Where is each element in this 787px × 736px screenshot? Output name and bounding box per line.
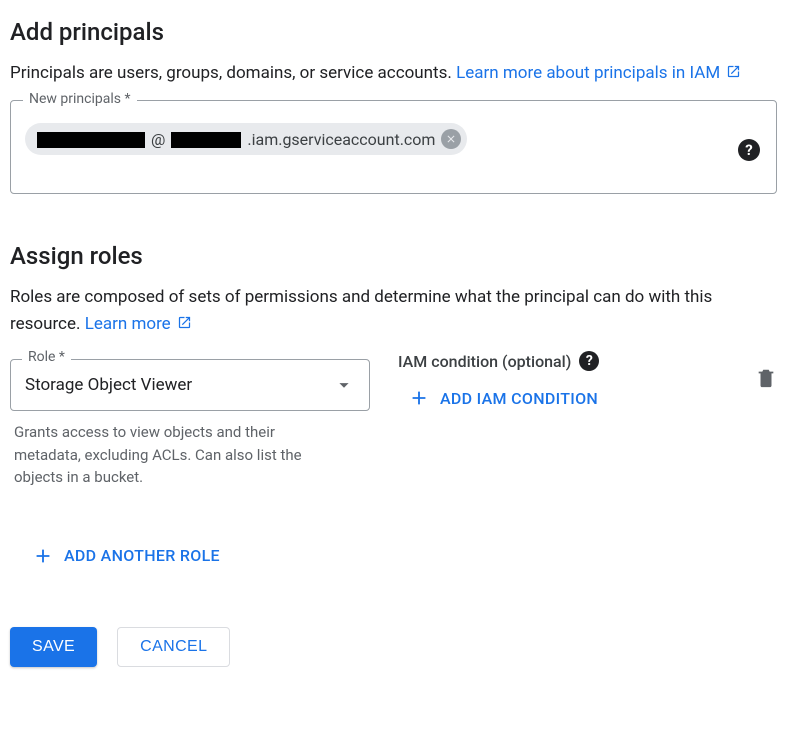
trash-icon — [755, 367, 777, 389]
add-iam-condition-button[interactable]: Add IAM condition — [406, 383, 600, 413]
redacted-text — [171, 132, 241, 148]
new-principals-field[interactable]: New principals * @ .iam.gserviceaccount.… — [10, 100, 777, 194]
role-selected-value: Storage Object Viewer — [25, 375, 192, 395]
learn-more-principals-text: Learn more about principals in IAM — [456, 63, 720, 83]
learn-more-roles-text: Learn more — [85, 314, 171, 334]
help-icon: ? — [745, 141, 752, 159]
role-select[interactable]: Storage Object Viewer — [10, 359, 370, 411]
learn-more-roles-link[interactable]: Learn more — [85, 314, 192, 334]
new-principals-label: New principals * — [23, 91, 137, 107]
role-helper-text: Grants access to view objects and their … — [14, 421, 334, 489]
principals-help-button[interactable]: ? — [738, 139, 760, 161]
dropdown-arrow-icon — [333, 374, 355, 396]
principals-description: Principals are users, groups, domains, o… — [10, 60, 777, 86]
learn-more-principals-link[interactable]: Learn more about principals in IAM — [456, 63, 741, 83]
cancel-button[interactable]: Cancel — [117, 627, 230, 667]
redacted-text — [37, 132, 145, 148]
external-link-icon — [726, 64, 741, 79]
assign-roles-heading: Assign roles — [10, 242, 777, 270]
remove-chip-button[interactable] — [441, 129, 461, 149]
principal-chip[interactable]: @ .iam.gserviceaccount.com — [25, 123, 467, 155]
plus-icon — [408, 387, 430, 409]
role-field-label: Role * — [22, 349, 71, 365]
add-condition-label: Add IAM condition — [440, 389, 598, 408]
roles-description: Roles are composed of sets of permission… — [10, 284, 777, 337]
iam-condition-label: IAM condition (optional) — [398, 352, 571, 371]
add-role-label: Add another role — [64, 546, 220, 565]
chip-domain: .iam.gserviceaccount.com — [247, 130, 435, 149]
help-icon: ? — [586, 353, 593, 369]
save-button[interactable]: Save — [10, 627, 97, 667]
delete-role-button[interactable] — [755, 374, 777, 393]
plus-icon — [32, 545, 54, 567]
external-link-icon — [177, 315, 192, 330]
add-another-role-button[interactable]: Add another role — [30, 541, 222, 571]
principals-desc-text: Principals are users, groups, domains, o… — [10, 63, 456, 83]
condition-help-button[interactable]: ? — [579, 351, 599, 371]
close-icon — [445, 133, 457, 145]
chip-at: @ — [151, 130, 165, 149]
add-principals-heading: Add principals — [10, 18, 777, 46]
